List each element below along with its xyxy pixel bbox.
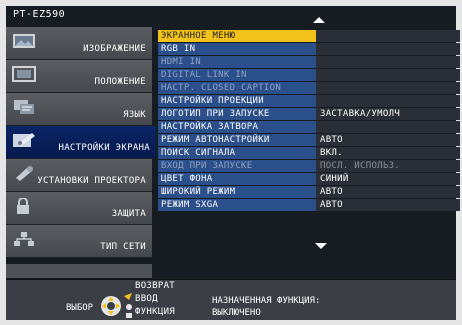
menu-row-value: ПОСЛ. ИСПОЛЬЗ. xyxy=(316,160,460,172)
assigned-function-label: НАЗНАЧЕННАЯ ФУНКЦИЯ: xyxy=(212,296,321,306)
menu-row-label: ШИРОКИЙ РЕЖИМ xyxy=(158,186,316,198)
remote-pad-icon xyxy=(101,293,132,318)
menu-row-label: НАСТРОЙКИ ПРОЕКЦИИ xyxy=(158,95,316,107)
enter-hint: ВВОД xyxy=(135,294,158,304)
sidebar-item-network[interactable]: ТИП СЕТИ xyxy=(6,225,152,258)
display-settings-icon xyxy=(13,133,35,147)
sidebar-item-label: ЗАЩИТА xyxy=(111,209,146,219)
menu-row: ВХОД ПРИ ЗАПУСКЕ ПОСЛ. ИСПОЛЬЗ. xyxy=(153,160,460,172)
menu-row: HDMI IN xyxy=(153,56,460,68)
menu-row[interactable]: НАСТРОЙКИ ПРОЕКЦИИ xyxy=(153,95,460,107)
osd-help-footer: ВЫБОР ВОЗВРАТ ВВОД ФУНКЦИЯ НАЗНАЧЕННАЯ Ф… xyxy=(6,279,456,320)
menu-row-value xyxy=(316,30,460,42)
sidebar-footer-bar xyxy=(6,264,152,278)
menu-row-label: ЦВЕТ ФОНА xyxy=(158,173,316,185)
menu-row-label: RGB IN xyxy=(158,43,316,55)
projector-osd-frame: PT-EZ590 ИЗОБРАЖЕНИЕ ПОЛОЖЕНИЕ ЯЗЫК НАСТ… xyxy=(0,0,462,325)
menu-row-value xyxy=(316,95,460,107)
menu-row-label: ЭКРАННОЕ МЕНЮ xyxy=(158,30,316,42)
network-icon xyxy=(14,232,34,246)
sidebar-item-label: НАСТРОЙКИ ЭКРАНА xyxy=(58,143,150,153)
function-hint: ФУНКЦИЯ xyxy=(135,307,176,317)
lock-icon xyxy=(17,198,29,214)
menu-row-label: НАСТР. CLOSED CAPTION xyxy=(158,82,316,94)
submenu-panel: ЭКРАННОЕ МЕНЮ RGB IN HDMI IN DIGITAL LIN… xyxy=(153,14,460,279)
menu-row-value xyxy=(316,43,460,55)
menu-row-value xyxy=(316,82,460,94)
menu-row-value: ЗАСТАВКА/УМОЛЧ xyxy=(316,108,460,120)
menu-row[interactable]: ЛОГОТИП ПРИ ЗАПУСКЕ ЗАСТАВКА/УМОЛЧ xyxy=(153,108,460,120)
menu-row-value: АВТО xyxy=(316,199,460,211)
sidebar-item-display-settings[interactable]: НАСТРОЙКИ ЭКРАНА xyxy=(6,126,156,159)
menu-row-label: НАСТРОЙКА ЗАТВОРА xyxy=(158,121,316,133)
menu-row[interactable]: РЕЖИМ АВТОНАСТРОЙКИ АВТО xyxy=(153,134,460,146)
sidebar-item-label: ЯЗЫК xyxy=(123,110,146,120)
menu-row[interactable]: ЭКРАННОЕ МЕНЮ xyxy=(153,30,460,42)
menu-row-value xyxy=(316,56,460,68)
menu-row-label: ЛОГОТИП ПРИ ЗАПУСКЕ xyxy=(158,108,316,120)
menu-row-value xyxy=(316,69,460,81)
menu-row-label: DIGITAL LINK IN xyxy=(158,69,316,81)
menu-row-value: ВКЛ. xyxy=(316,147,460,159)
menu-row-label: HDMI IN xyxy=(158,56,316,68)
language-icon xyxy=(14,100,34,114)
menu-row-label: РЕЖИМ АВТОНАСТРОЙКИ xyxy=(158,134,316,146)
assigned-function-value: ВЫКЛЮЧЕНО xyxy=(212,308,261,318)
menu-row-value xyxy=(316,121,460,133)
sidebar-item-projector-settings[interactable]: УСТАНОВКИ ПРОЕКТОРА xyxy=(6,159,152,192)
scroll-up-icon[interactable] xyxy=(313,17,325,23)
menu-row-label: ПОИСК СИГНАЛА xyxy=(158,147,316,159)
sidebar-item-label: ИЗОБРАЖЕНИЕ xyxy=(83,44,146,54)
menu-row[interactable]: ПОИСК СИГНАЛА ВКЛ. xyxy=(153,147,460,159)
menu-row[interactable]: РЕЖИМ SXGA АВТО xyxy=(153,199,460,211)
sidebar-item-position[interactable]: ПОЛОЖЕНИЕ xyxy=(6,60,152,93)
projector-settings-icon xyxy=(16,166,33,181)
menu-row[interactable]: НАСТРОЙКА ЗАТВОРА xyxy=(153,121,460,133)
sidebar-item-label: УСТАНОВКИ ПРОЕКТОРА xyxy=(37,176,146,186)
menu-row: НАСТР. CLOSED CAPTION xyxy=(153,82,460,94)
select-hint: ВЫБОР xyxy=(66,303,94,313)
menu-row-value: АВТО xyxy=(316,186,460,198)
back-hint: ВОЗВРАТ xyxy=(135,281,176,291)
sidebar-item-label: ПОЛОЖЕНИЕ xyxy=(94,77,146,87)
sidebar-item-security[interactable]: ЗАЩИТА xyxy=(6,192,152,225)
sidebar-item-language[interactable]: ЯЗЫК xyxy=(6,93,152,126)
scroll-down-icon[interactable] xyxy=(315,243,327,249)
osd-screen: PT-EZ590 ИЗОБРАЖЕНИЕ ПОЛОЖЕНИЕ ЯЗЫК НАСТ… xyxy=(6,6,460,320)
menu-row: DIGITAL LINK IN xyxy=(153,69,460,81)
sidebar-item-picture[interactable]: ИЗОБРАЖЕНИЕ xyxy=(6,27,152,60)
position-icon xyxy=(12,66,36,82)
menu-row-value: АВТО xyxy=(316,134,460,146)
picture-icon xyxy=(13,34,35,48)
menu-row-label: РЕЖИМ SXGA xyxy=(158,199,316,211)
menu-row-label: ВХОД ПРИ ЗАПУСКЕ xyxy=(158,160,316,172)
sidebar-item-label: ТИП СЕТИ xyxy=(100,242,146,252)
menu-row[interactable]: ШИРОКИЙ РЕЖИМ АВТО xyxy=(153,186,460,198)
model-name: PT-EZ590 xyxy=(13,9,66,20)
menu-row-value: СИНИЙ xyxy=(316,173,460,185)
menu-row[interactable]: RGB IN xyxy=(153,43,460,55)
menu-row[interactable]: ЦВЕТ ФОНА СИНИЙ xyxy=(153,173,460,185)
